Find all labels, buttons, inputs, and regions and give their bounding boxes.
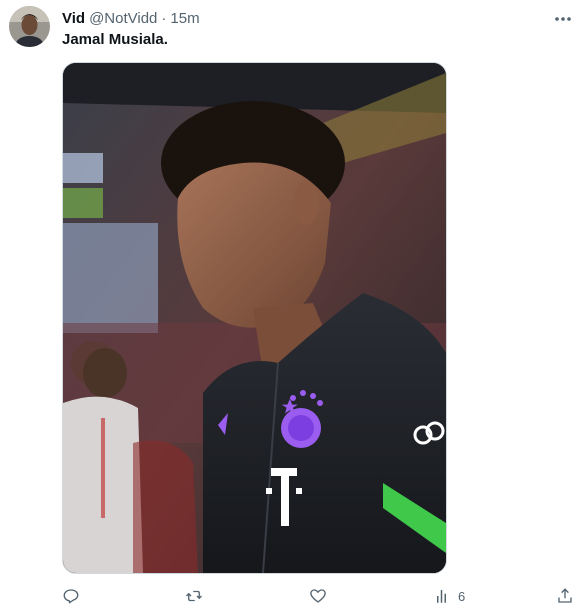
- analytics-icon: [437, 590, 446, 603]
- tweet[interactable]: Vid @NotVidd · 15m Jamal Musiala. 6: [0, 0, 585, 614]
- tweet-actions: 6: [56, 584, 576, 608]
- photo-image: [63, 63, 446, 573]
- tweet-photo[interactable]: [62, 62, 447, 574]
- avatar[interactable]: [9, 6, 50, 47]
- like-button[interactable]: [309, 584, 327, 608]
- author-handle[interactable]: @NotVidd: [89, 10, 157, 27]
- share-icon: [558, 588, 572, 603]
- more-options-button[interactable]: [551, 9, 575, 29]
- more-horizontal-icon: [555, 17, 571, 21]
- reply-button[interactable]: [62, 584, 80, 608]
- tweet-header: Vid @NotVidd · 15m: [62, 8, 200, 28]
- separator-dot: ·: [161, 9, 167, 27]
- tweet-text: Jamal Musiala.: [62, 31, 168, 48]
- avatar-image: [9, 6, 50, 47]
- views-button[interactable]: 6: [434, 584, 465, 608]
- share-button[interactable]: [556, 584, 574, 608]
- reply-icon: [63, 589, 79, 604]
- timestamp[interactable]: 15m: [170, 10, 199, 27]
- heart-icon: [310, 589, 326, 603]
- retweet-button[interactable]: [185, 584, 203, 608]
- retweet-icon: [186, 590, 202, 602]
- author-name[interactable]: Vid: [62, 10, 85, 27]
- views-count: 6: [458, 588, 466, 604]
